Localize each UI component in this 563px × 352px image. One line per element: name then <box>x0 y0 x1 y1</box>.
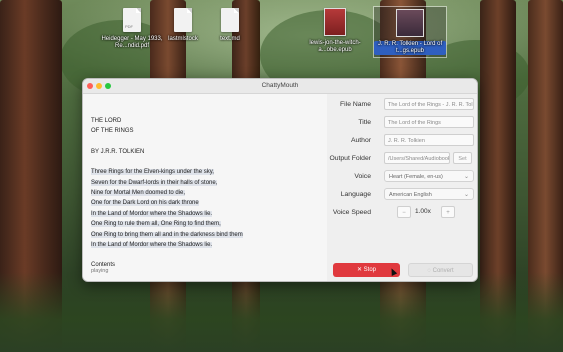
convert-button-label: Convert <box>432 268 454 274</box>
desktop-icon-text-md[interactable]: text.md <box>194 8 266 43</box>
speed-decrease-button[interactable]: − <box>397 206 411 218</box>
desktop-icon-lewis-epub[interactable]: lewis-jon-the-witch-a...obe.epub <box>299 8 371 54</box>
pdf-file-icon: PDF <box>123 8 141 32</box>
book-title-line: OF THE RINGS <box>91 128 134 135</box>
verse-line-highlighted: In the Land of Mordor where the Shadows … <box>91 210 213 217</box>
stop-button-label: Stop <box>363 267 377 273</box>
speed-value: 1.00x <box>415 208 431 215</box>
language-row: Language American English ⌄ <box>327 188 477 202</box>
epub-file-icon <box>396 9 424 37</box>
book-author-line: BY J.R.R. TOLKIEN <box>91 148 145 155</box>
convert-icon: ◌ <box>427 268 431 274</box>
voice-speed-row: Voice Speed − 1.00x + <box>327 206 477 220</box>
contents-heading: Contents <box>91 262 116 269</box>
language-select-value: American English <box>389 192 432 198</box>
settings-form: File Name The Lord of the Rings - J. R. … <box>327 94 477 281</box>
output-folder-field[interactable]: /Users/Shared/Audiobooks <box>384 152 450 164</box>
voice-label: Voice <box>354 173 371 180</box>
stop-icon: ✕ <box>356 267 362 273</box>
chevron-down-icon: ⌄ <box>463 192 469 198</box>
voice-select[interactable]: Heart (Female, en-us) ⌄ <box>384 170 474 182</box>
wallpaper-ground <box>0 272 563 352</box>
book-text-pane[interactable]: THE LORD OF THE RINGS BY J.R.R. TOLKIEN … <box>83 94 327 281</box>
playback-status: playing <box>91 268 109 274</box>
voice-row: Voice Heart (Female, en-us) ⌄ <box>327 170 477 184</box>
author-label: Author <box>350 137 371 144</box>
verse-line-highlighted: One Ring to bring them all and in the da… <box>91 231 243 238</box>
title-field[interactable]: The Lord of the Rings <box>384 116 474 128</box>
voice-select-value: Heart (Female, en-us) <box>389 174 443 180</box>
title-label: Title <box>358 119 371 126</box>
convert-button[interactable]: ◌ Convert <box>408 263 473 277</box>
language-label: Language <box>340 191 371 198</box>
desktop-icon-label: text.md <box>220 36 240 42</box>
author-field[interactable]: J. R. R. Tolkien <box>384 134 474 146</box>
epub-file-icon <box>324 8 346 36</box>
verse-line-highlighted: One Ring to rule them all, One Ring to f… <box>91 221 221 228</box>
desktop-icon-label: lewis-jon-the-witch-a...obe.epub <box>309 40 361 53</box>
title-row: Title The Lord of the Rings <box>327 116 477 130</box>
author-row: Author J. R. R. Tolkien <box>327 134 477 148</box>
window-title: ChattyMouth <box>261 82 299 89</box>
verse-line-highlighted: In the Land of Mordor where the Shadows … <box>91 242 213 249</box>
markdown-file-icon <box>221 8 239 32</box>
book-title-line: THE LORD <box>91 118 122 124</box>
verse-line-highlighted: Three Rings for the Elven-kings under th… <box>91 169 214 176</box>
verse-line-highlighted: Nine for Mortal Men doomed to die, <box>91 190 186 197</box>
output-folder-row: Output Folder /Users/Shared/Audiobooks S… <box>327 152 477 166</box>
speed-increase-button[interactable]: + <box>441 206 455 218</box>
verse-line-highlighted: One for the Dark Lord on his dark throne <box>91 200 199 207</box>
app-window: ChattyMouth THE LORD OF THE RINGS BY J.R… <box>82 78 478 282</box>
output-folder-label: Output Folder <box>329 155 371 162</box>
chevron-down-icon: ⌄ <box>463 174 469 180</box>
language-select[interactable]: American English ⌄ <box>384 188 474 200</box>
file-name-row: File Name The Lord of the Rings - J. R. … <box>327 98 477 112</box>
desktop-icon-label: J. R. R. Tolkien - Lord of t...gs.epub <box>374 41 446 55</box>
desktop-icon-tolkien-epub[interactable]: J. R. R. Tolkien - Lord of t...gs.epub <box>373 6 447 58</box>
verse-line-highlighted: Seven for the Dwarf-lords in their halls… <box>91 179 218 186</box>
voice-speed-label: Voice Speed <box>332 209 371 216</box>
document-file-icon <box>174 8 192 32</box>
window-titlebar[interactable]: ChattyMouth <box>83 79 477 94</box>
file-name-field[interactable]: The Lord of the Rings - J. R. R. Tolkien <box>384 98 474 110</box>
set-folder-button[interactable]: Set <box>453 152 472 164</box>
file-name-label: File Name <box>340 101 371 108</box>
book-text: THE LORD OF THE RINGS BY J.R.R. TOLKIEN … <box>91 116 321 271</box>
